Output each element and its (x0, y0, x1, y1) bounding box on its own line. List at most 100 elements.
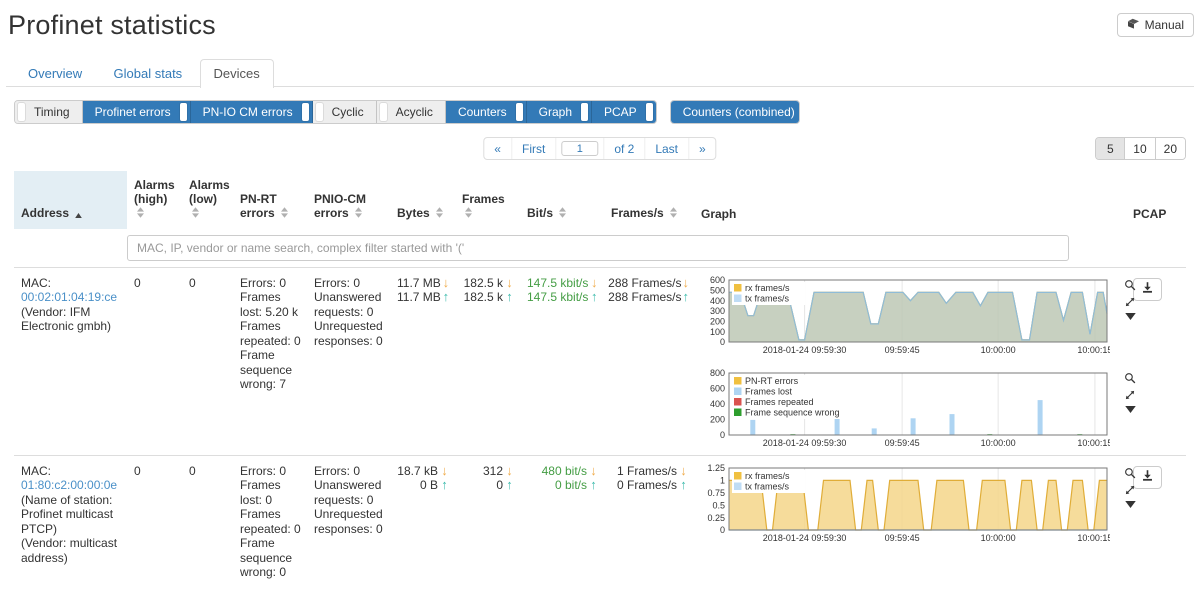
toggle-cyclic[interactable]: Cyclic (313, 101, 377, 123)
pcap-download-button[interactable] (1133, 466, 1162, 489)
cell-frames-per-s: 288 Frames/s↓ 288 Frames/s↑ (604, 267, 694, 455)
magnifier-icon[interactable] (1124, 467, 1136, 479)
diagonal-resize-icon[interactable] (1124, 296, 1136, 308)
page-title: Profinet statistics (6, 0, 1194, 41)
book-icon (1127, 18, 1140, 32)
page-size-20[interactable]: 20 (1156, 138, 1185, 159)
y-tick-label: 400 (710, 399, 725, 409)
table-header-row: Address Alarms (high) Alarms (low) (14, 171, 1186, 229)
page-size-10[interactable]: 10 (1125, 138, 1155, 159)
caret-down-icon[interactable] (1125, 313, 1136, 320)
arrow-down-icon: ↓ (439, 464, 450, 477)
column-header-label: Address (21, 206, 69, 220)
cell-pnrt-errors: Errors: 0 Frames lost: 0 Frames repeated… (233, 455, 307, 586)
table-row: MAC: 01:80:c2:00:00:0e (Name of station:… (14, 455, 1186, 586)
y-tick-label: 0.25 (707, 513, 725, 523)
column-header-pnio-cm-errors[interactable]: PNIO-CM errors (307, 171, 390, 229)
table-search-row (14, 229, 1186, 268)
diagonal-resize-icon[interactable] (1124, 484, 1136, 496)
toggle-counters[interactable]: Counters (446, 101, 527, 123)
bytes-rx-value: 11.7 MB (397, 276, 441, 291)
x-tick-label: 09:59:45 (885, 438, 920, 448)
chart-errors[interactable]: 0200400600800PN-RT errorsFrames lostFram… (694, 369, 1110, 449)
cell-frames: 182.5 k↓ 182.5 k↑ (455, 267, 520, 455)
sort-icon (465, 207, 472, 221)
chart-actions (1110, 464, 1136, 508)
toggle-timing[interactable]: Timing (15, 101, 83, 123)
bytes-tx-value: 0 B (420, 478, 438, 493)
tab-overview[interactable]: Overview (14, 59, 96, 88)
toggle-pn-io-cm-errors[interactable]: PN-IO CM errors (191, 101, 313, 123)
magnifier-icon[interactable] (1124, 279, 1136, 291)
toggle-profinet-errors[interactable]: Profinet errors (83, 101, 191, 123)
pnrt-frames-lost: Frames lost: 5.20 k (240, 290, 302, 319)
toggle-label: Profinet errors (86, 105, 180, 119)
column-header-bitrate[interactable]: Bit/s (520, 171, 604, 229)
frames-per-s-tx-value: 288 Frames/s (608, 290, 681, 305)
column-header-frames[interactable]: Frames (455, 171, 520, 229)
x-tick-label: 09:59:45 (885, 533, 920, 543)
column-header-label: Alarms (low) (189, 178, 230, 206)
y-tick-label: 0 (720, 525, 725, 535)
column-header-pnrt-errors[interactable]: PN-RT errors (233, 171, 307, 229)
column-header-alarms-low[interactable]: Alarms (low) (182, 171, 233, 229)
legend-swatch (734, 284, 742, 292)
pagination-prev-button[interactable]: « (484, 138, 512, 159)
search-input[interactable] (127, 235, 1069, 261)
cell-alarms-low: 0 (182, 267, 233, 455)
legend-swatch (734, 408, 742, 416)
toggle-acyclic[interactable]: Acyclic (377, 101, 446, 123)
toggle-counters-combined[interactable]: Counters (combined) (671, 101, 799, 123)
toggle-label: Timing (25, 105, 79, 119)
arrow-down-icon: ↓ (678, 464, 689, 477)
mac-address-link[interactable]: 00:02:01:04:19:ce (21, 290, 117, 304)
y-tick-label: 600 (710, 276, 725, 285)
manual-button[interactable]: Manual (1117, 13, 1194, 37)
page-size-5[interactable]: 5 (1096, 138, 1125, 159)
download-icon (1141, 281, 1154, 298)
cell-frames-per-s: 1 Frames/s↓ 0 Frames/s↑ (604, 455, 694, 586)
toggle-label: Acyclic (387, 105, 442, 119)
frames-per-s-tx-value: 0 Frames/s (617, 478, 677, 493)
y-tick-label: 0 (720, 430, 725, 440)
legend-label: Frames lost (745, 386, 793, 396)
address-details: (Vendor: IFM Electronic gmbh) (21, 305, 122, 334)
chart-frames-per-s[interactable]: 0100200300400500600rx frames/stx frames/… (694, 276, 1110, 356)
caret-down-icon[interactable] (1125, 406, 1136, 413)
pagination-first-button[interactable]: First (512, 138, 556, 159)
column-header-label: Bytes (397, 206, 430, 220)
chart-actions (1110, 276, 1136, 320)
tab-devices[interactable]: Devices (200, 59, 274, 88)
column-header-label: PN-RT errors (240, 192, 277, 220)
column-header-bytes[interactable]: Bytes (390, 171, 455, 229)
legend-label: tx frames/s (745, 293, 790, 303)
diagonal-resize-icon[interactable] (1124, 389, 1136, 401)
column-header-address[interactable]: Address (14, 171, 127, 229)
mac-label: MAC: (21, 464, 122, 479)
magnifier-icon[interactable] (1124, 372, 1136, 384)
cell-graph: 00.250.50.7511.25rx frames/stx frames/s2… (694, 455, 1126, 586)
column-header-alarms-high[interactable]: Alarms (high) (127, 171, 182, 229)
pagination-page-input[interactable] (561, 141, 598, 156)
caret-down-icon[interactable] (1125, 501, 1136, 508)
toggle-graph[interactable]: Graph (527, 101, 592, 123)
legend-label: Frames repeated (745, 397, 814, 407)
bitrate-tx-value: 147.5 kbit/s (527, 290, 588, 305)
pnio-unrequested-responses: Unrequested responses: 0 (314, 507, 385, 536)
pnrt-frame-sequence-wrong: Frame sequence wrong: 7 (240, 348, 302, 392)
frames-rx-value: 182.5 k (464, 276, 503, 291)
chart-frames-per-s[interactable]: 00.250.50.7511.25rx frames/stx frames/s2… (694, 464, 1110, 544)
tab-global-stats[interactable]: Global stats (100, 59, 197, 88)
pcap-download-button[interactable] (1133, 278, 1162, 301)
x-tick-label: 10:00:00 (981, 533, 1016, 543)
pagination-last-button[interactable]: Last (645, 138, 689, 159)
x-tick-label: 10:00:15 (1077, 533, 1110, 543)
column-header-pcap: PCAP (1126, 171, 1186, 229)
mac-address-link[interactable]: 01:80:c2:00:00:0e (21, 478, 117, 492)
pagination-next-button[interactable]: » (689, 138, 716, 159)
toggle-pcap[interactable]: PCAP (592, 101, 656, 123)
legend-swatch (734, 294, 742, 302)
arrow-up-icon: ↑ (504, 290, 515, 303)
bar (950, 414, 955, 435)
column-header-frames-per-s[interactable]: Frames/s (604, 171, 694, 229)
